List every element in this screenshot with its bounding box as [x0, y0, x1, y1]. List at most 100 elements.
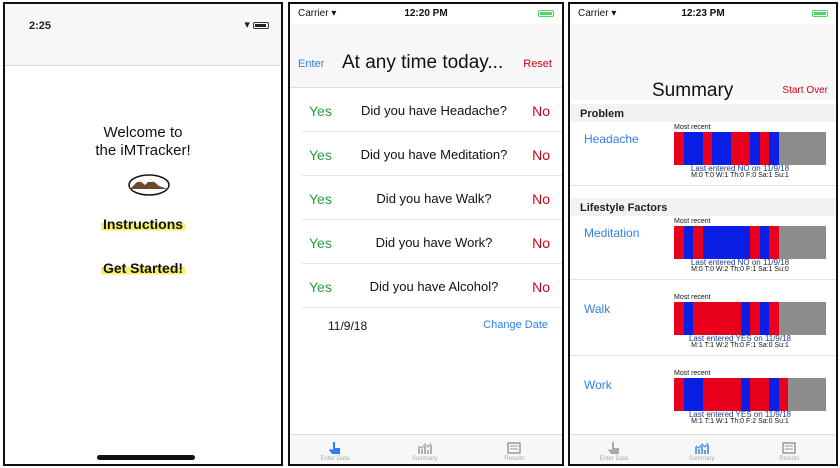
history-segment [712, 132, 722, 165]
history-segment [674, 302, 684, 335]
weekly-counts: M:1 T:1 W:1 Th:0 F:2 Sa:0 Su:1 [691, 418, 789, 425]
status-time: 2:25 [29, 20, 52, 32]
summary-item[interactable]: Meditation Most recent Last entered NO o… [570, 216, 836, 280]
question-text: Did you have Work? [375, 235, 493, 250]
history-segment [712, 378, 722, 411]
tab-summary[interactable]: Summary [380, 435, 470, 464]
enter-button[interactable]: Enter [298, 58, 324, 70]
welcome-line-2: the iMTracker! [95, 142, 191, 159]
history-segment [797, 378, 807, 411]
history-segment [769, 378, 779, 411]
history-segment [778, 302, 788, 335]
instructions-button[interactable]: Instructions [5, 216, 281, 232]
tab-label: Enter Data [599, 456, 629, 462]
history-segment [816, 226, 826, 259]
history-segment [712, 226, 722, 259]
yes-button[interactable]: Yes [309, 191, 332, 207]
history-segment [788, 132, 798, 165]
most-recent-label: Most recent [674, 124, 711, 131]
reset-button[interactable]: Reset [523, 58, 552, 70]
most-recent-label: Most recent [674, 370, 711, 377]
document-icon [782, 442, 797, 454]
history-segment [712, 302, 722, 335]
history-segment [759, 132, 769, 165]
history-segment [778, 226, 788, 259]
current-date: 11/9/18 [328, 319, 368, 333]
yes-button[interactable]: Yes [309, 235, 332, 251]
history-bar [674, 132, 826, 165]
chart-icon [694, 442, 709, 454]
hand-pointer-icon [328, 442, 340, 454]
item-name: Walk [584, 302, 611, 316]
history-segment [721, 226, 731, 259]
tab-bar: Enter Data Summary Results [570, 434, 836, 464]
start-over-button[interactable]: Start Over [782, 85, 828, 96]
section-header-problem: Problem [570, 104, 836, 122]
history-segment [769, 132, 779, 165]
history-segment [702, 226, 712, 259]
history-segment [731, 302, 741, 335]
question-row: Yes Did you have Headache? No [302, 88, 562, 132]
yes-button[interactable]: Yes [309, 103, 332, 119]
status-time: 12:23 PM [681, 8, 725, 19]
yes-button[interactable]: Yes [309, 147, 332, 163]
history-segment [731, 378, 741, 411]
question-row: Yes Did you have Alcohol? No [302, 264, 562, 308]
get-started-button[interactable]: Get Started! [5, 260, 281, 276]
history-segment [702, 378, 712, 411]
history-segment [750, 378, 760, 411]
summary-screen: Carrier ▾ 12:23 PM Summary Start Over Pr… [568, 2, 838, 466]
history-segment [750, 132, 760, 165]
most-recent-label: Most recent [674, 218, 711, 225]
no-button[interactable]: No [532, 191, 550, 207]
history-segment [693, 378, 703, 411]
question-text: Did you have Headache? [361, 103, 507, 118]
change-date-button[interactable]: Change Date [483, 319, 548, 331]
tab-label: Results [779, 456, 800, 462]
history-segment [807, 132, 817, 165]
tab-label: Summary [411, 456, 438, 462]
history-segment [731, 132, 741, 165]
welcome-line-1: Welcome to [103, 124, 183, 141]
status-bar: Carrier ▾ 12:23 PM [570, 4, 836, 24]
history-segment [721, 378, 731, 411]
history-segment [731, 226, 741, 259]
history-segment [816, 132, 826, 165]
screenshot-collage: 2:25 ▾ Welcome to the iMTracker! Instruc… [0, 0, 840, 468]
nav-bar: Enter At any time today... Reset [290, 24, 562, 88]
history-segment [740, 378, 750, 411]
history-segment [797, 132, 807, 165]
history-segment [702, 132, 712, 165]
summary-item[interactable]: Work Most recent Last entered YES on 11/… [570, 368, 836, 432]
question-row: Yes Did you have Walk? No [302, 176, 562, 220]
tab-results[interactable]: Results [470, 435, 560, 464]
yes-button[interactable]: Yes [309, 279, 332, 295]
no-button[interactable]: No [532, 103, 550, 119]
history-bar [674, 226, 826, 259]
history-segment [816, 378, 826, 411]
page-title: Summary [652, 80, 734, 101]
most-recent-label: Most recent [674, 294, 711, 301]
tab-enter-data[interactable]: Enter Data [290, 435, 380, 464]
history-segment [807, 226, 817, 259]
tab-results[interactable]: Results [746, 435, 834, 464]
status-bar: Carrier ▾ 12:20 PM [290, 4, 562, 24]
history-segment [674, 378, 684, 411]
history-segment [721, 132, 731, 165]
history-segment [740, 132, 750, 165]
history-segment [788, 226, 798, 259]
no-button[interactable]: No [532, 235, 550, 251]
no-button[interactable]: No [532, 279, 550, 295]
weekly-counts: M:1 T:1 W:2 Th:0 F:1 Sa:0 Su:1 [691, 342, 789, 349]
battery-icon [538, 8, 554, 19]
welcome-heading: Welcome to the iMTracker! [5, 124, 281, 160]
question-text: Did you have Meditation? [360, 147, 508, 162]
history-bar [674, 378, 826, 411]
tab-summary[interactable]: Summary [658, 435, 746, 464]
tab-enter-data[interactable]: Enter Data [570, 435, 658, 464]
summary-item[interactable]: Headache Most recent Last entered NO on … [570, 122, 836, 186]
no-button[interactable]: No [532, 147, 550, 163]
summary-item[interactable]: Walk Most recent Last entered YES on 11/… [570, 292, 836, 356]
history-segment [807, 302, 817, 335]
home-indicator[interactable] [97, 455, 195, 460]
